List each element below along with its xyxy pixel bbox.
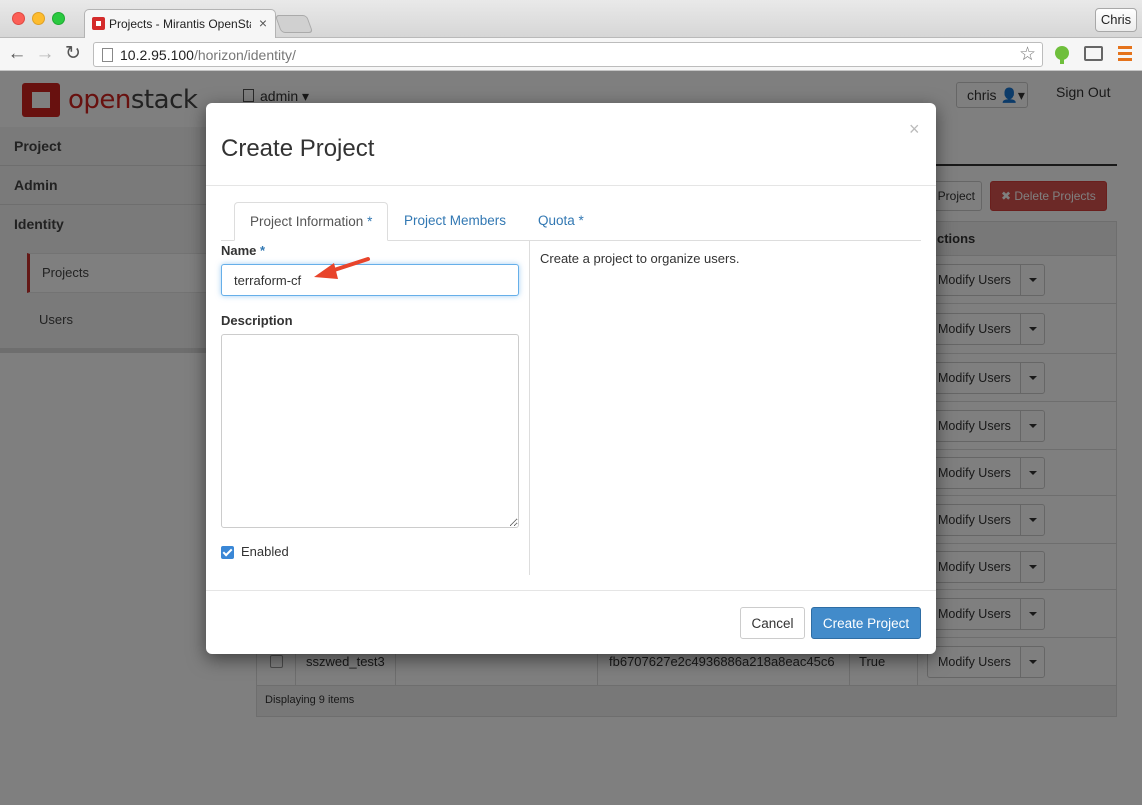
browser-profile-button[interactable]: Chris [1095,8,1137,32]
annotation-arrow-icon [314,257,370,279]
close-window-button[interactable] [12,12,25,25]
openstack-favicon-icon [92,17,105,30]
forward-arrow-icon[interactable]: → [34,43,56,65]
browser-menu-icon[interactable] [1118,46,1132,61]
browser-tab[interactable]: Projects - Mirantis OpenStack × [84,9,276,39]
close-icon[interactable]: × [909,119,920,140]
bookmark-star-icon[interactable]: ☆ [1019,43,1036,66]
help-text: Create a project to organize users. [540,251,740,266]
enabled-label[interactable]: Enabled [241,544,289,559]
tab-project-members[interactable]: Project Members [389,202,521,241]
extension-icon[interactable] [1055,46,1069,64]
minimize-window-button[interactable] [32,12,45,25]
browser-toolbar: ← → ↻ 10.2.95.100/horizon/identity/ ☆ [0,38,1142,71]
name-label: Name * [221,243,266,258]
enabled-checkbox[interactable] [221,546,234,559]
cast-icon[interactable] [1084,46,1103,61]
description-textarea[interactable] [221,334,519,528]
new-tab-button[interactable] [274,15,314,33]
browser-title-bar: Projects - Mirantis OpenStack × Chris [0,0,1142,39]
description-label: Description [221,313,293,328]
create-project-submit-button[interactable]: Create Project [811,607,921,639]
browser-tab-title: Projects - Mirantis OpenStack [109,17,251,31]
create-project-modal: × Create Project Project Information * P… [206,103,936,654]
cancel-button[interactable]: Cancel [740,607,805,639]
tab-quota[interactable]: Quota * [523,202,599,241]
tab-project-information[interactable]: Project Information * [234,202,389,241]
page-icon [102,48,113,62]
maximize-window-button[interactable] [52,12,65,25]
tab-close-icon[interactable]: × [259,15,267,31]
modal-title: Create Project [221,135,375,162]
address-bar[interactable]: 10.2.95.100/horizon/identity/ ☆ [93,42,1043,67]
url-text[interactable]: 10.2.95.100/horizon/identity/ [120,47,296,63]
column-divider [529,241,530,575]
modal-header-divider [206,185,936,186]
reload-icon[interactable]: ↻ [62,43,84,65]
modal-footer-divider [206,590,936,591]
back-arrow-icon[interactable]: ← [6,43,28,65]
